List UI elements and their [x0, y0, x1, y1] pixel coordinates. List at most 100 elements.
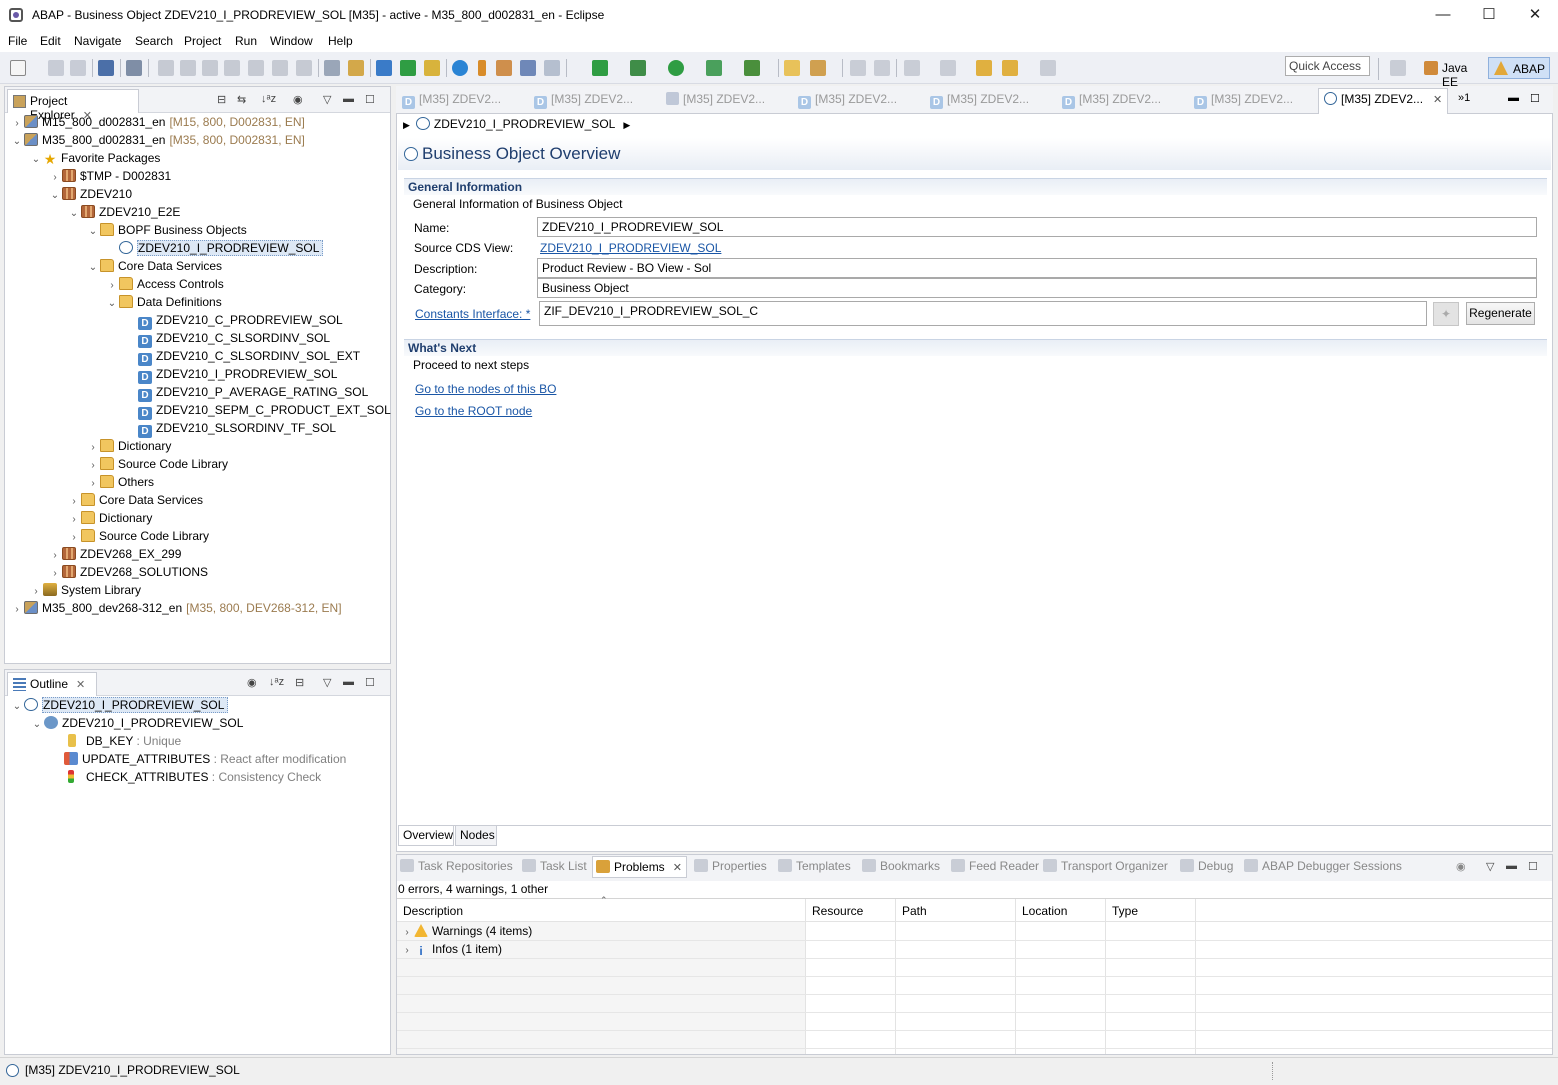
maximize-view-icon[interactable]: ☐	[1528, 860, 1538, 873]
previous-annotation-icon[interactable]	[940, 60, 956, 76]
column-location[interactable]: Location	[1016, 899, 1106, 923]
tree-item[interactable]: › $TMP - D002831	[48, 167, 171, 185]
chevron-down-icon[interactable]: ⌄	[48, 187, 62, 205]
tab-bookmarks[interactable]: Bookmarks	[862, 859, 940, 873]
debug-icon[interactable]	[630, 60, 646, 76]
chevron-right-icon[interactable]: ›	[400, 942, 414, 960]
maximize-view-icon[interactable]: ☐	[365, 93, 375, 106]
editor-tab[interactable]: [M35] ZDEV2...	[666, 92, 765, 106]
tree-item[interactable]: › M15_800_d002831_en [M15, 800, D002831, E…	[10, 113, 305, 131]
tree-item[interactable]: ⌄ Data Definitions	[105, 293, 222, 311]
step-over-icon[interactable]	[272, 60, 288, 76]
tree-item[interactable]: › Source Code Library	[67, 527, 209, 545]
filter-icon[interactable]: ◉	[1456, 860, 1466, 873]
tree-item[interactable]: ⌄ ZDEV210	[48, 185, 132, 203]
section-whats-next[interactable]: What's Next	[404, 339, 1547, 356]
close-tab-icon[interactable]: ✕	[1433, 94, 1442, 106]
minimize-view-icon[interactable]: ▬	[343, 93, 354, 105]
editor-tab[interactable]: D [M35] ZDEV2...	[402, 92, 501, 109]
tab-task-list[interactable]: Task List	[522, 859, 587, 873]
description-field[interactable]: Product Review - BO View - Sol	[537, 258, 1537, 278]
disconnect-icon[interactable]	[224, 60, 240, 76]
tab-project-explorer[interactable]: Project Explorer ✕	[7, 89, 139, 122]
tree-item[interactable]: › Dictionary	[86, 437, 171, 455]
source-cds-view-link[interactable]: ZDEV210_I_PRODREVIEW_SOL	[540, 241, 721, 255]
tab-properties[interactable]: Properties	[694, 859, 767, 873]
column-type[interactable]: Type	[1106, 899, 1196, 923]
maximize-editor-icon[interactable]: ☐	[1530, 92, 1540, 105]
name-field[interactable]: ZDEV210_I_PRODREVIEW_SOL	[537, 217, 1537, 237]
tree-item[interactable]: › M35_800_dev268-312_en [M35, 800, DEV268-…	[10, 599, 342, 617]
problems-row-infos[interactable]: › i Infos (1 item)	[400, 940, 502, 958]
menu-run[interactable]: Run	[235, 34, 257, 48]
console-icon[interactable]	[98, 60, 114, 76]
column-resource[interactable]: Resource	[806, 899, 896, 923]
resume-icon[interactable]	[158, 60, 174, 76]
run-abap-icon[interactable]	[592, 60, 608, 76]
editor-tab-active-label[interactable]: [M35] ZDEV2... ✕	[1324, 92, 1442, 106]
tab-outline[interactable]: Outline ✕	[7, 672, 97, 696]
wand-icon[interactable]: ✦	[1433, 302, 1459, 326]
outline-row-update-attributes[interactable]: UPDATE_ATTRIBUTES : React after modifica…	[64, 750, 346, 768]
step-into-icon[interactable]	[248, 60, 264, 76]
tab-abap-debugger-sessions[interactable]: ABAP Debugger Sessions	[1244, 859, 1402, 873]
abap-folder-icon[interactable]	[424, 60, 440, 76]
tree-item[interactable]: ZDEV210_I_PRODREVIEW_SOL	[105, 239, 324, 257]
go-to-nodes-link[interactable]: Go to the nodes of this BO	[415, 382, 556, 396]
constants-interface-field[interactable]: ZIF_DEV210_I_PRODREVIEW_SOL_C	[539, 301, 1427, 326]
menu-project[interactable]: Project	[184, 34, 221, 48]
chevron-right-icon[interactable]: ▶	[403, 120, 410, 130]
annotation-icon[interactable]	[850, 60, 866, 76]
tree-item[interactable]: D ZDEV210_I_PRODREVIEW_SOL	[124, 365, 337, 384]
open-abap-dev-object-icon[interactable]	[400, 60, 416, 76]
show-whitespace-icon[interactable]	[874, 60, 890, 76]
tree-item[interactable]: D ZDEV210_P_AVERAGE_RATING_SOL	[124, 383, 368, 402]
tab-feed-reader[interactable]: Feed Reader	[951, 859, 1039, 873]
tree-item[interactable]: D ZDEV210_C_SLSORDINV_SOL_EXT	[124, 347, 360, 366]
go-to-root-node-link[interactable]: Go to the ROOT node	[415, 404, 532, 418]
chevron-down-icon[interactable]: ⌄	[105, 295, 119, 313]
section-general-information[interactable]: General Information	[404, 178, 1547, 195]
chevron-down-icon[interactable]: ⌄	[86, 223, 100, 241]
check-icon[interactable]	[452, 60, 468, 76]
filter-icon[interactable]: ◉	[247, 676, 257, 689]
minimize-button[interactable]: —	[1420, 0, 1466, 30]
view-menu-icon[interactable]: ▽	[1486, 860, 1494, 873]
back-icon[interactable]	[1002, 60, 1018, 76]
maximize-view-icon[interactable]: ☐	[365, 676, 375, 689]
editor-tab[interactable]: D [M35] ZDEV2...	[1194, 92, 1293, 109]
tree-item[interactable]: › Source Code Library	[86, 455, 228, 473]
menu-file[interactable]: File	[8, 34, 27, 48]
collapse-all-icon[interactable]: ⊟	[217, 93, 226, 106]
open-abap-icon[interactable]	[376, 60, 392, 76]
open-perspective-icon[interactable]	[1390, 60, 1406, 76]
step-return-icon[interactable]	[296, 60, 312, 76]
chevron-down-icon[interactable]: ⌄	[86, 259, 100, 277]
tree-item[interactable]: › Others	[86, 473, 154, 491]
activate-icon[interactable]	[478, 60, 486, 76]
external-tools-icon[interactable]	[744, 60, 760, 76]
tree-item[interactable]: › Dictionary	[67, 509, 152, 527]
editor-tab[interactable]: D [M35] ZDEV2...	[1062, 92, 1161, 109]
forward-icon[interactable]	[1040, 60, 1056, 76]
minimize-view-icon[interactable]: ▬	[343, 676, 354, 688]
toggle-block-icon[interactable]	[324, 60, 340, 76]
format-icon[interactable]	[348, 60, 364, 76]
tab-task-repositories[interactable]: Task Repositories	[400, 859, 513, 873]
tree-item[interactable]: › System Library	[29, 581, 141, 599]
maximize-button[interactable]: ☐	[1466, 0, 1512, 30]
minimize-editor-icon[interactable]: ▬	[1508, 92, 1519, 104]
chevron-down-icon[interactable]: ⌄	[10, 133, 24, 151]
outline-row-bo[interactable]: ⌄ ZDEV210_I_PRODREVIEW_SOL	[10, 696, 229, 716]
next-annotation-icon[interactable]	[904, 60, 920, 76]
constants-interface-link[interactable]: Constants Interface: *	[415, 307, 530, 321]
chevron-down-icon[interactable]: ⌄	[10, 698, 24, 716]
activate-all-icon[interactable]	[496, 60, 512, 76]
tree-item[interactable]: › ZDEV268_SOLUTIONS	[48, 563, 208, 581]
tab-problems[interactable]: Problems ✕	[592, 856, 687, 878]
tree-item[interactable]: › Core Data Services	[67, 491, 203, 509]
menu-help[interactable]: Help	[328, 34, 353, 48]
tree-item[interactable]: D ZDEV210_SLSORDINV_TF_SOL	[124, 419, 336, 438]
tab-overflow-button[interactable]: »1	[1458, 92, 1470, 104]
run-icon[interactable]	[668, 60, 684, 76]
